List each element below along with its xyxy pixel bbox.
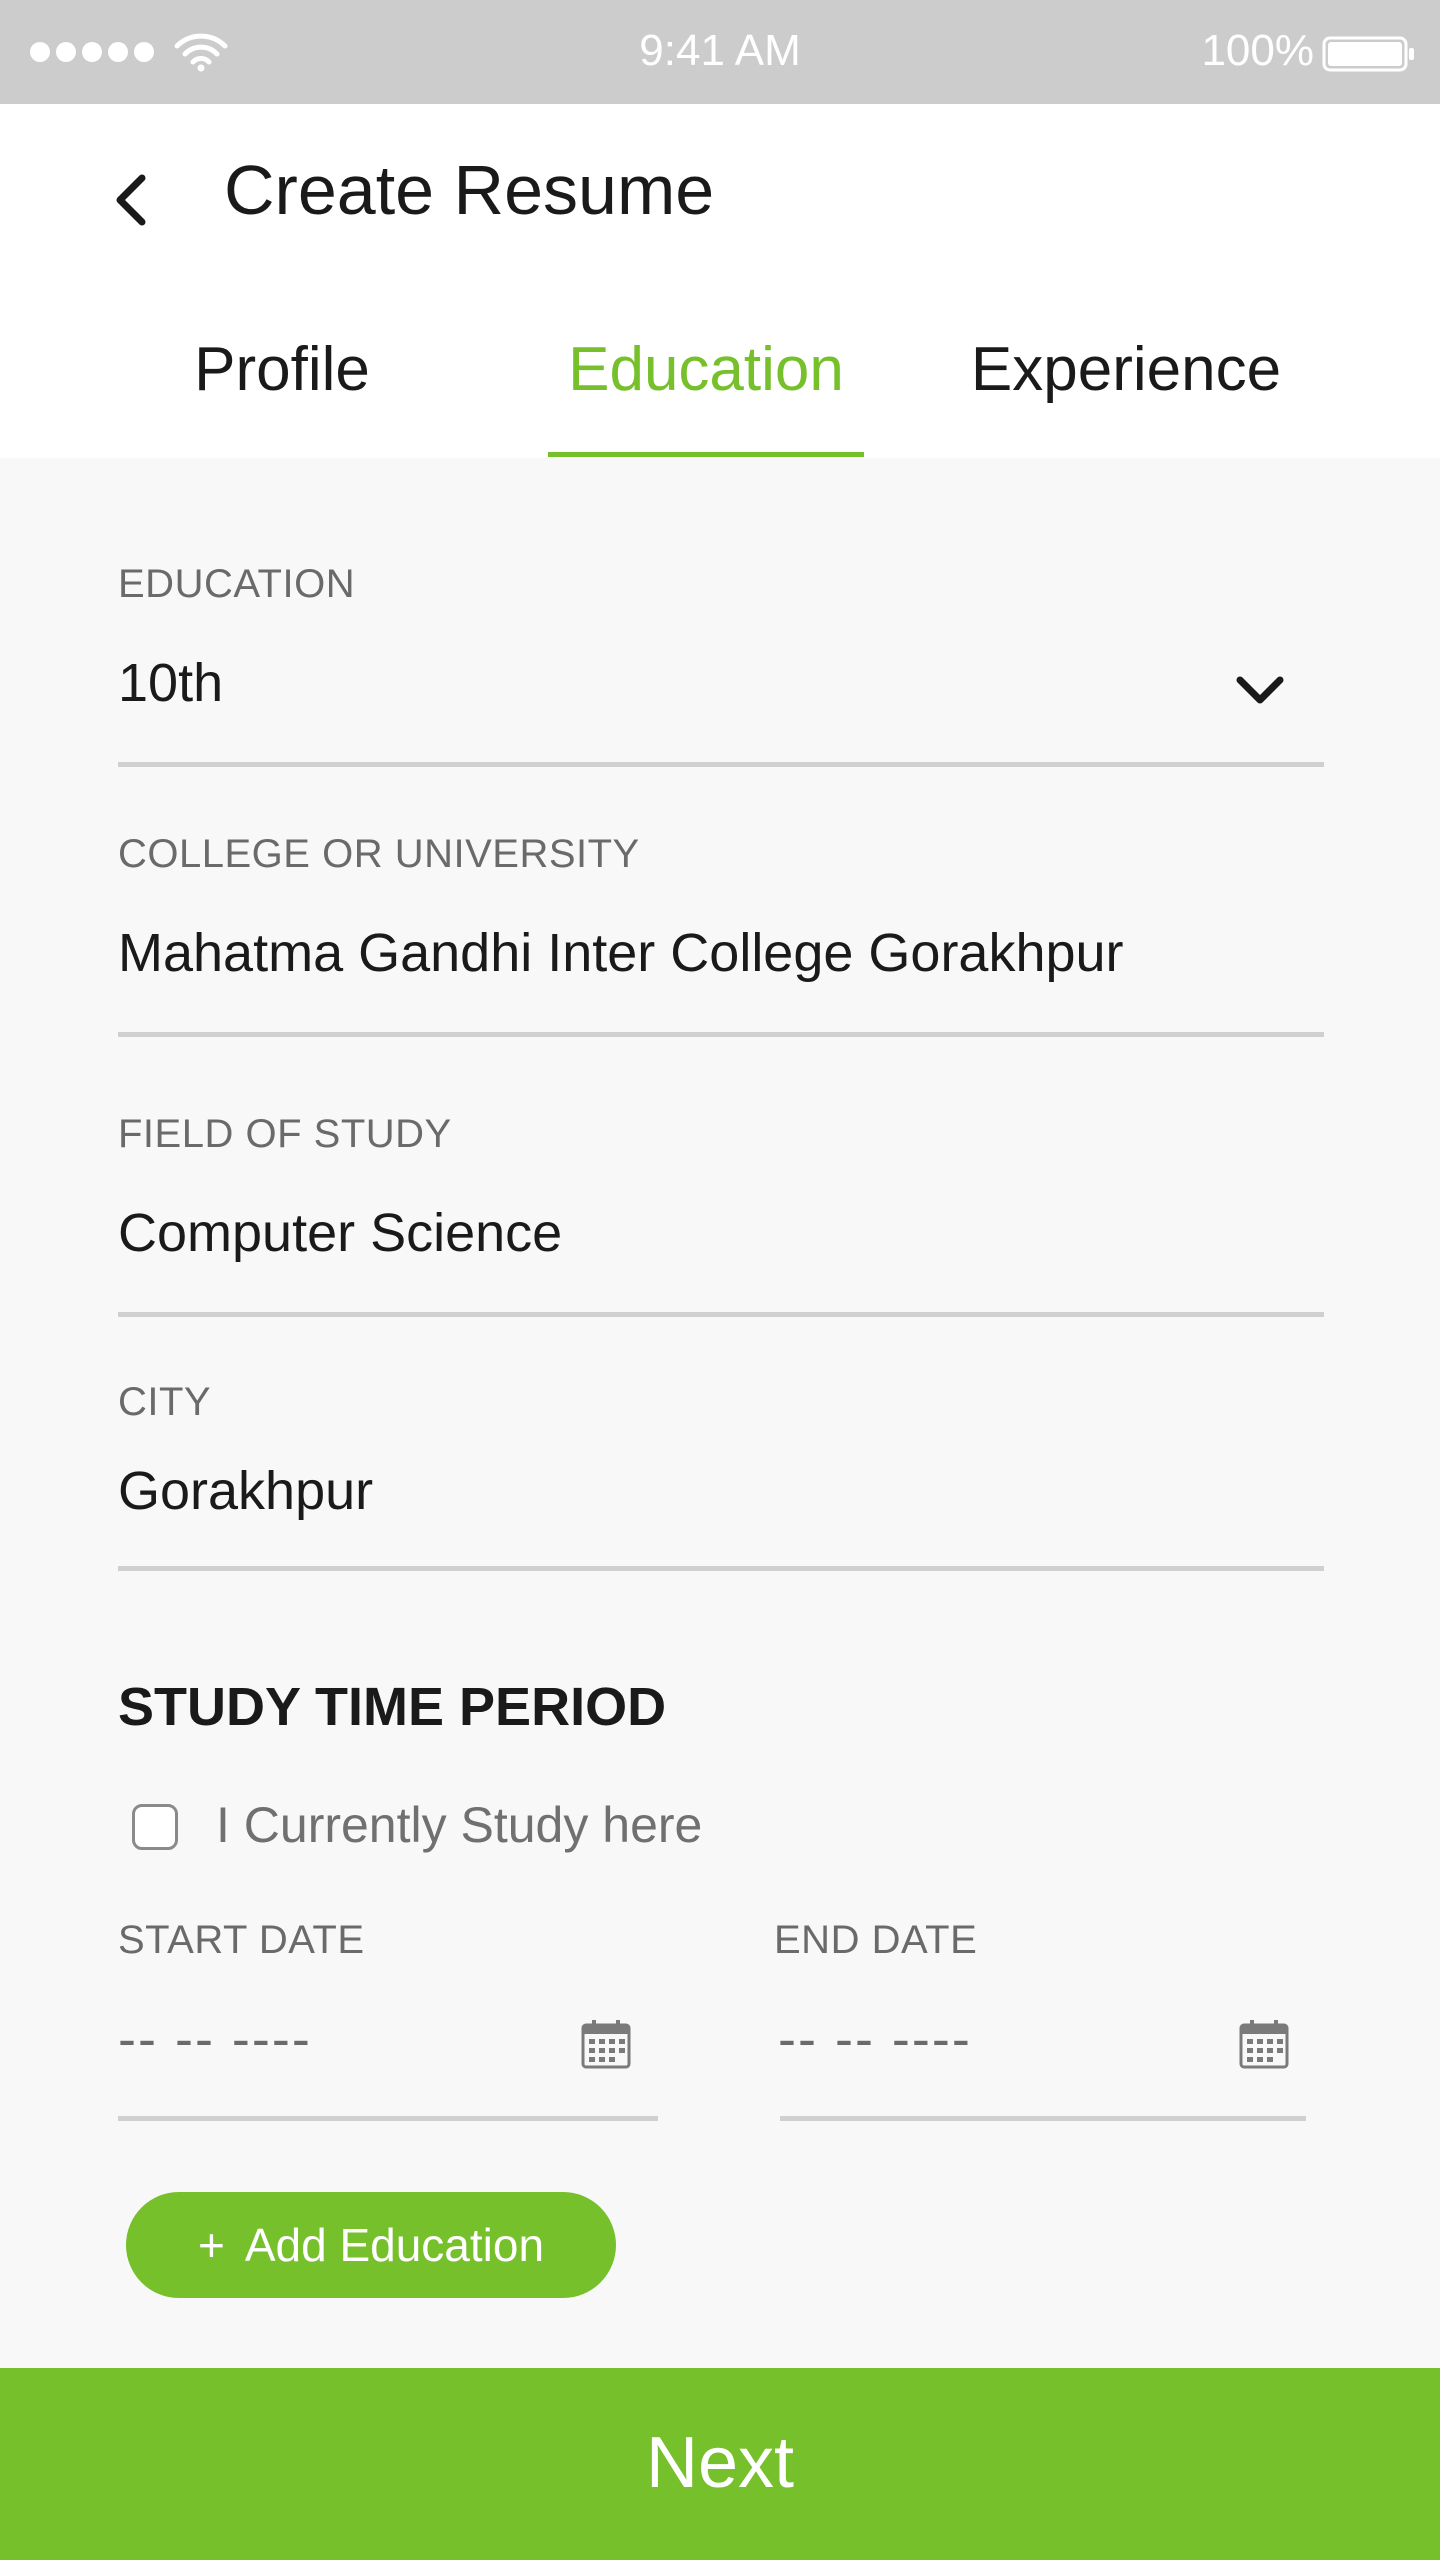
back-arrow-icon[interactable]	[108, 170, 160, 230]
end-date-label: END DATE	[774, 1918, 978, 1962]
college-input[interactable]: Mahatma Gandhi Inter College Gorakhpur	[118, 922, 1124, 984]
battery-percentage: 100%	[1201, 26, 1314, 75]
city-label: CITY	[118, 1380, 212, 1424]
end-date-underline	[780, 2116, 1306, 2121]
field-of-study-input[interactable]: Computer Science	[118, 1202, 562, 1264]
tab-education[interactable]: Education	[548, 334, 864, 418]
tab-profile[interactable]: Profile	[150, 334, 414, 418]
battery-icon	[1322, 36, 1414, 72]
college-underline	[118, 1032, 1324, 1037]
end-date-input[interactable]: -- -- ----	[778, 2008, 972, 2070]
page-title: Create Resume	[224, 151, 715, 229]
field-of-study-label: FIELD OF STUDY	[118, 1112, 452, 1156]
field-of-study-underline	[118, 1312, 1324, 1317]
add-education-button[interactable]: + Add Education	[126, 2192, 616, 2298]
currently-study-label[interactable]: I Currently Study here	[216, 1796, 702, 1854]
next-button-label[interactable]: Next	[0, 2422, 1440, 2504]
education-label: EDUCATION	[118, 562, 356, 606]
tab-experience[interactable]: Experience	[936, 334, 1316, 418]
plus-icon: +	[197, 2219, 225, 2271]
start-date-input[interactable]: -- -- ----	[118, 2008, 312, 2070]
add-education-label: Add Education	[244, 2219, 545, 2271]
city-input[interactable]: Gorakhpur	[118, 1460, 373, 1522]
education-select[interactable]: 10th	[118, 652, 223, 714]
active-tab-indicator	[548, 452, 864, 457]
chevron-down-icon[interactable]	[1234, 672, 1286, 708]
study-period-heading: STUDY TIME PERIOD	[118, 1677, 667, 1737]
calendar-icon[interactable]	[580, 2018, 632, 2070]
start-date-label: START DATE	[118, 1918, 365, 1962]
city-underline	[118, 1566, 1324, 1571]
start-date-underline	[118, 2116, 658, 2121]
currently-study-checkbox[interactable]	[132, 1804, 178, 1850]
calendar-icon[interactable]	[1238, 2018, 1290, 2070]
college-label: COLLEGE OR UNIVERSITY	[118, 832, 640, 876]
education-underline	[118, 762, 1324, 767]
